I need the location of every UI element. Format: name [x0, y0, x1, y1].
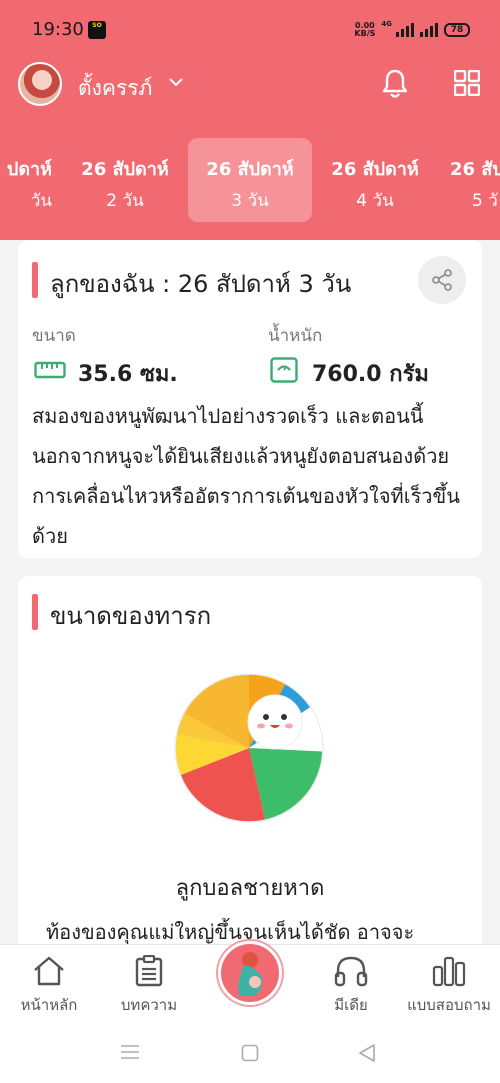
- share-button[interactable]: [418, 256, 466, 304]
- grid-menu-icon[interactable]: [454, 70, 480, 96]
- pregnancy-center-button[interactable]: [218, 941, 282, 1005]
- tab-day-label: 3 วัน: [231, 191, 269, 211]
- bottom-navigation: หน้าหลัก บทความ มีเดีย แบบสอบถาม: [0, 941, 500, 1020]
- baby-size-card: ขนาดของทารก ลูกบอลชายหาด ท้องของคุณแม่ให…: [18, 576, 482, 996]
- system-navigation-bar: [0, 1020, 500, 1083]
- development-description: สมองของหนูพัฒนาไปอย่างรวดเร็ว และตอนนี้น…: [32, 404, 460, 548]
- app-header: ตั้งครรภ์: [0, 60, 500, 110]
- beach-ball-icon: [174, 673, 324, 823]
- tab-day-label: 4 วัน: [356, 191, 394, 211]
- network-speed: 0.00 KB/S: [354, 22, 375, 38]
- network-type: 4G: [381, 20, 392, 28]
- accent-bar: [32, 594, 38, 630]
- tab-day-label: วัน: [30, 191, 52, 211]
- tab-day-label: 5 วั: [472, 191, 498, 211]
- network-speed-unit: KB/S: [354, 29, 376, 38]
- size-label: ขนาด: [32, 326, 76, 346]
- nav-home-label: หน้าหลัก: [20, 996, 78, 1014]
- tab-day-label: 2 วัน: [106, 191, 144, 211]
- nav-survey[interactable]: แบบสอบถาม: [404, 955, 494, 1017]
- app-badge-icon: SO: [88, 21, 106, 39]
- tab-week-label: 26 สัปดาห์: [206, 159, 294, 180]
- bell-icon[interactable]: [380, 68, 410, 100]
- size-value: 35.6 ซม.: [78, 362, 178, 387]
- tab-week-3-active[interactable]: 26 สัปดาห์ 3 วัน: [188, 138, 312, 222]
- nav-survey-label: แบบสอบถาม: [407, 996, 491, 1014]
- tab-week-label: 26 สัปดาห์: [81, 159, 169, 180]
- weight-value: 760.0 กรัม: [312, 362, 429, 387]
- weight-label: น้ำหนัก: [268, 326, 323, 346]
- scale-icon: [270, 357, 298, 383]
- tab-week-prev[interactable]: ปดาห์ วัน: [0, 138, 62, 222]
- back-icon[interactable]: [358, 1043, 376, 1063]
- nav-articles[interactable]: บทความ: [104, 954, 194, 1017]
- ruler-icon: [34, 361, 66, 379]
- nav-articles-label: บทความ: [120, 996, 178, 1014]
- tab-week-label: ปดาห์: [6, 159, 52, 180]
- pregnant-woman-icon: [238, 952, 263, 996]
- avatar[interactable]: [18, 62, 62, 106]
- battery-icon: 78: [444, 23, 470, 37]
- nav-media[interactable]: มีเดีย: [306, 955, 396, 1017]
- tab-week-4[interactable]: 26 สัปดาห์ 4 วัน: [313, 138, 437, 222]
- tab-week-label: 26 สัปด: [450, 159, 500, 180]
- size-comparison-name: ลูกบอลชายหาด: [175, 876, 325, 901]
- home-icon: [34, 956, 64, 986]
- chevron-down-icon[interactable]: [168, 72, 184, 94]
- username[interactable]: ตั้งครรภ์: [78, 72, 152, 105]
- menu-icon[interactable]: [120, 1044, 140, 1060]
- tab-week-label: 26 สัปดาห์: [331, 159, 419, 180]
- nav-home[interactable]: หน้าหลัก: [4, 955, 94, 1017]
- status-indicators: 0.00 KB/S 4G 78: [354, 20, 470, 40]
- baby-summary-card: ลูกของฉัน : 26 สัปดาห์ 3 วัน ขนาด 35.6 ซ…: [18, 240, 482, 558]
- share-icon: [432, 269, 452, 291]
- signal-icon-2: [420, 23, 438, 37]
- signal-icon: [396, 23, 414, 37]
- accent-bar: [32, 262, 38, 298]
- baby-size-title: ขนาดของทารก: [50, 602, 212, 630]
- status-time: 19:30: [32, 19, 84, 40]
- top-header-area: 19:30 SO 0.00 KB/S 4G 78 ตั้งครรภ์ ปดาห์…: [0, 0, 500, 240]
- summary-title: ลูกของฉัน : 26 สัปดาห์ 3 วัน: [50, 270, 352, 298]
- home-square-icon[interactable]: [241, 1044, 259, 1062]
- tab-week-5[interactable]: 26 สัปด 5 วั: [438, 138, 500, 222]
- status-bar: 19:30 SO 0.00 KB/S 4G 78: [0, 0, 500, 60]
- clipboard-icon: [135, 954, 163, 987]
- headphones-icon: [334, 956, 368, 987]
- bar-chart-icon: [432, 956, 466, 987]
- tab-week-2[interactable]: 26 สัปดาห์ 2 วัน: [63, 138, 187, 222]
- week-tabs: ปดาห์ วัน 26 สัปดาห์ 2 วัน 26 สัปดาห์ 3 …: [0, 138, 500, 224]
- nav-media-label: มีเดีย: [334, 996, 368, 1014]
